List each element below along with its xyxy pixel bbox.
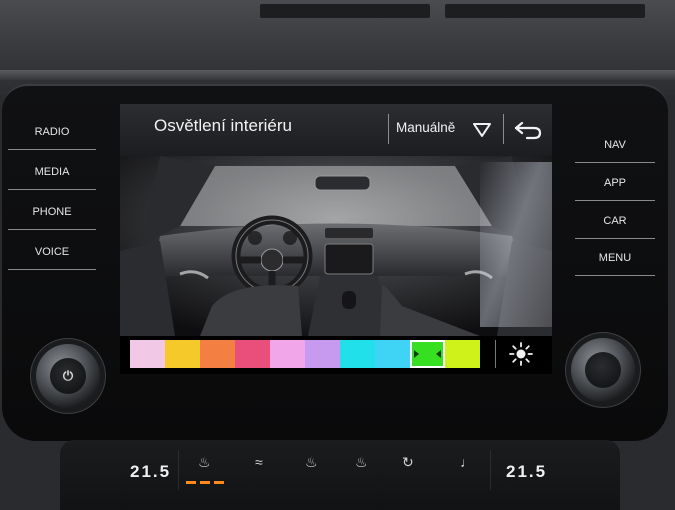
tune-knob[interactable] bbox=[571, 338, 635, 402]
car-recirculation-icon[interactable]: ↻ bbox=[402, 454, 414, 471]
sun-icon[interactable] bbox=[506, 339, 536, 369]
app-button[interactable]: APP bbox=[575, 165, 655, 201]
right-temperature: 21.5 bbox=[506, 462, 548, 481]
seat-vent-icon[interactable]: ≈ bbox=[255, 454, 263, 470]
touch-screen: Osvětlení interiéru Manuálně bbox=[120, 104, 552, 374]
mode-dropdown[interactable]: Manuálně bbox=[390, 104, 502, 156]
selected-marker-right bbox=[436, 350, 441, 358]
nav-button-label: NAV bbox=[604, 139, 626, 151]
steering-heat-icon[interactable]: ♨ bbox=[305, 454, 318, 471]
voice-button-label: VOICE bbox=[34, 246, 70, 258]
tune-knob-center bbox=[585, 352, 621, 388]
title-separator bbox=[503, 114, 504, 144]
color-swatch[interactable] bbox=[340, 340, 375, 368]
seat-heat-right-icon[interactable]: ♨ bbox=[355, 454, 368, 471]
color-swatch[interactable] bbox=[445, 340, 480, 368]
climate-separator bbox=[178, 450, 179, 490]
phone-button-label: PHONE bbox=[32, 206, 72, 218]
seat-icon[interactable]: ♩ bbox=[460, 454, 474, 470]
mode-dropdown-value: Manuálně bbox=[396, 120, 456, 135]
triangle-down-icon bbox=[473, 123, 491, 137]
back-arrow-icon[interactable] bbox=[513, 119, 543, 141]
seat-heat-level-indicator bbox=[186, 481, 226, 484]
volume-knob[interactable]: ⏻ bbox=[36, 344, 100, 408]
page-title: Osvětlení interiéru bbox=[154, 116, 292, 135]
nav-button[interactable]: NAV bbox=[575, 127, 655, 163]
media-button-label: MEDIA bbox=[34, 166, 70, 178]
color-swatch[interactable] bbox=[270, 340, 305, 368]
selected-marker-left bbox=[414, 350, 419, 358]
ambient-color-palette bbox=[130, 340, 490, 368]
title-separator bbox=[388, 114, 389, 144]
phone-button[interactable]: PHONE bbox=[8, 194, 96, 230]
left-temperature: 21.5 bbox=[130, 462, 172, 481]
power-icon: ⏻ bbox=[62, 368, 74, 383]
car-button-label: CAR bbox=[603, 215, 627, 227]
radio-button-label: RADIO bbox=[34, 126, 70, 138]
dashboard-top bbox=[0, 0, 675, 95]
dashboard-ridge bbox=[0, 70, 675, 80]
menu-button[interactable]: MENU bbox=[575, 240, 655, 276]
app-button-label: APP bbox=[603, 177, 626, 189]
menu-button-label: MENU bbox=[598, 252, 632, 264]
palette-separator bbox=[495, 340, 496, 368]
voice-button[interactable]: VOICE bbox=[8, 234, 96, 270]
car-button[interactable]: CAR bbox=[575, 203, 655, 239]
color-swatch[interactable] bbox=[305, 340, 340, 368]
color-swatch[interactable] bbox=[130, 340, 165, 368]
color-swatch[interactable] bbox=[410, 340, 445, 368]
screen-glare bbox=[480, 162, 552, 327]
color-swatch[interactable] bbox=[235, 340, 270, 368]
radio-button[interactable]: RADIO bbox=[8, 114, 96, 150]
color-swatch[interactable] bbox=[375, 340, 410, 368]
seat-heat-icon[interactable]: ♨ bbox=[198, 454, 211, 471]
title-bar: Osvětlení interiéru Manuálně bbox=[120, 104, 552, 156]
air-vent bbox=[445, 4, 645, 18]
climate-separator bbox=[490, 450, 491, 490]
media-button[interactable]: MEDIA bbox=[8, 154, 96, 190]
color-swatch[interactable] bbox=[200, 340, 235, 368]
air-vent bbox=[260, 4, 430, 18]
color-swatch[interactable] bbox=[165, 340, 200, 368]
